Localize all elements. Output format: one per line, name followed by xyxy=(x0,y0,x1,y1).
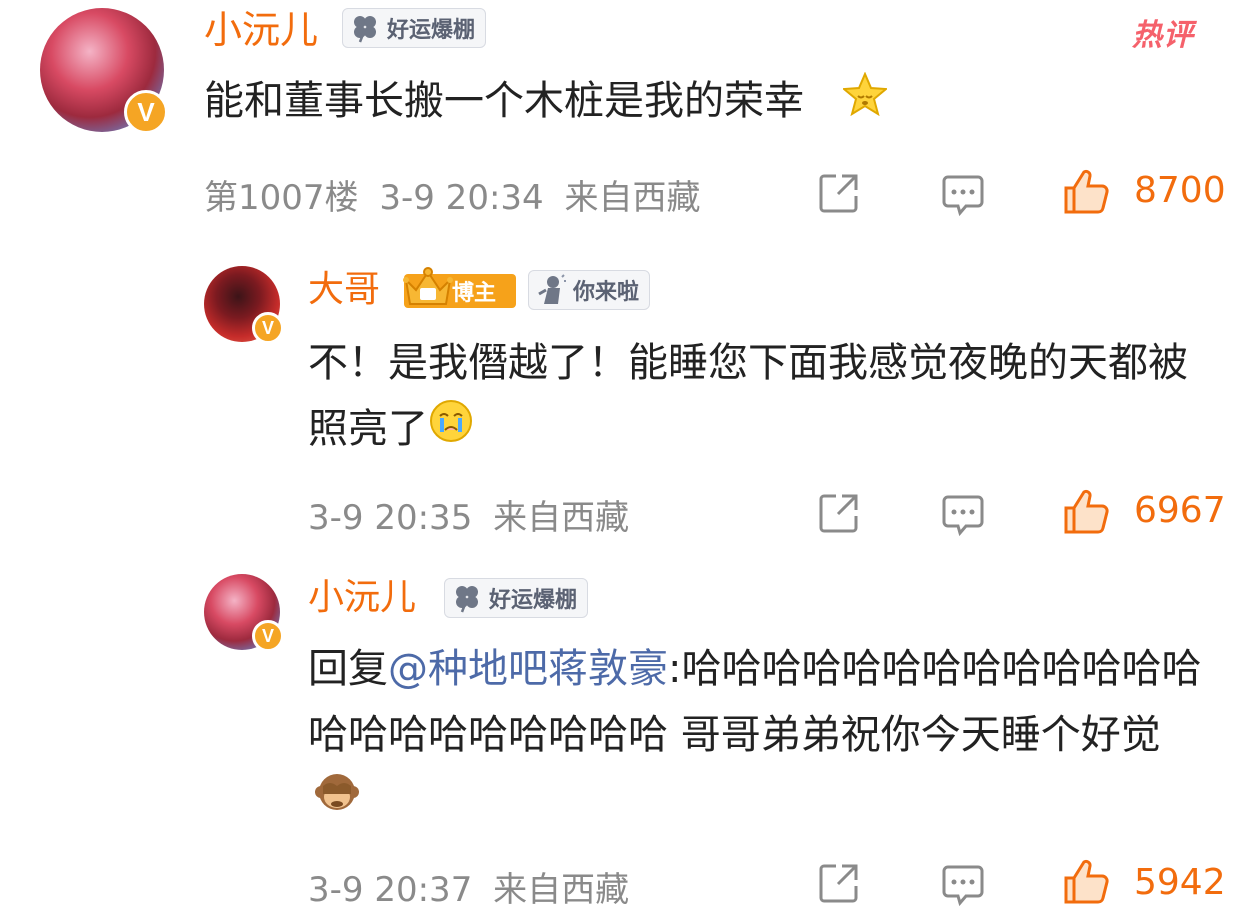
verified-badge-icon: V xyxy=(124,90,168,134)
comment-icon xyxy=(942,495,984,537)
timestamp: 3-9 20:37 xyxy=(308,870,473,910)
see-no-evil-monkey-emoji-icon xyxy=(314,770,360,836)
clover-icon xyxy=(451,582,483,614)
location: 来自西藏 xyxy=(493,498,630,538)
location: 来自西藏 xyxy=(564,178,701,218)
reply-text: 回复@种地吧蒋敦豪:哈哈哈哈哈哈哈哈哈哈哈哈哈哈哈哈哈哈哈哈哈哈 哥哥弟弟祝你今… xyxy=(308,636,1208,836)
reply-button[interactable] xyxy=(940,492,986,538)
share-icon xyxy=(819,864,858,903)
reply-meta: 3-9 20:35 来自西藏 xyxy=(308,490,629,539)
hot-comment-label: 热评 xyxy=(1132,18,1194,53)
username[interactable]: 小沅儿 xyxy=(204,8,318,52)
thumbs-up-icon xyxy=(1064,169,1109,214)
reply-text: 不！是我僭越了！能睡您下面我感觉夜晚的天都被照亮了 xyxy=(308,330,1208,464)
comment-meta: 第1007楼 3-9 20:34 来自西藏 xyxy=(204,170,700,219)
username[interactable]: 小沅儿 xyxy=(308,576,416,620)
location: 来自西藏 xyxy=(493,870,630,910)
avatar[interactable]: V xyxy=(204,574,284,652)
like-button[interactable] xyxy=(1062,858,1110,906)
reply-button[interactable] xyxy=(940,862,986,908)
reply-prefix: 回复 xyxy=(308,646,388,692)
username[interactable]: 大哥 xyxy=(308,268,380,312)
figure-icon xyxy=(535,274,567,306)
share-button[interactable] xyxy=(816,490,862,536)
timestamp: 3-9 20:35 xyxy=(308,498,473,538)
like-button[interactable] xyxy=(1062,488,1110,536)
comment-text: 能和董事长搬一个木桩是我的荣幸 xyxy=(204,68,1214,136)
user-badge[interactable]: 好运爆棚 xyxy=(342,8,487,48)
user-badge[interactable]: 好运爆棚 xyxy=(444,578,589,618)
user-badge-label: 好运爆棚 xyxy=(489,588,578,613)
thumbs-up-icon xyxy=(1064,489,1109,534)
reply-meta: 3-9 20:37 来自西藏 xyxy=(308,862,629,911)
share-icon xyxy=(819,494,858,533)
verified-badge-icon: V xyxy=(252,620,284,652)
share-button[interactable] xyxy=(816,860,862,906)
user-badge-label: 你来啦 xyxy=(573,280,640,305)
comment-icon xyxy=(942,865,984,907)
like-count: 8700 xyxy=(1134,170,1226,211)
user-badge-label: 好运爆棚 xyxy=(387,18,476,43)
user-badge[interactable]: 你来啦 xyxy=(528,270,651,310)
reply-button[interactable] xyxy=(940,172,986,218)
comment-icon xyxy=(942,175,984,217)
thumbs-up-icon xyxy=(1064,859,1109,904)
avatar[interactable]: V xyxy=(40,8,168,134)
share-icon xyxy=(819,174,858,213)
floor-number: 第1007楼 xyxy=(204,178,359,218)
like-count: 5942 xyxy=(1134,862,1226,903)
clover-icon xyxy=(349,12,381,44)
mention-link[interactable]: @种地吧蒋敦豪 xyxy=(388,646,668,692)
like-count: 6967 xyxy=(1134,490,1226,531)
verified-badge-icon: V xyxy=(252,312,284,344)
like-button[interactable] xyxy=(1062,168,1110,216)
crown-icon xyxy=(403,267,453,305)
timestamp: 3-9 20:34 xyxy=(379,178,544,218)
share-button[interactable] xyxy=(816,170,862,216)
crying-face-emoji-icon xyxy=(428,398,474,464)
star-emoji-icon xyxy=(841,70,889,136)
avatar[interactable]: V xyxy=(204,266,284,344)
